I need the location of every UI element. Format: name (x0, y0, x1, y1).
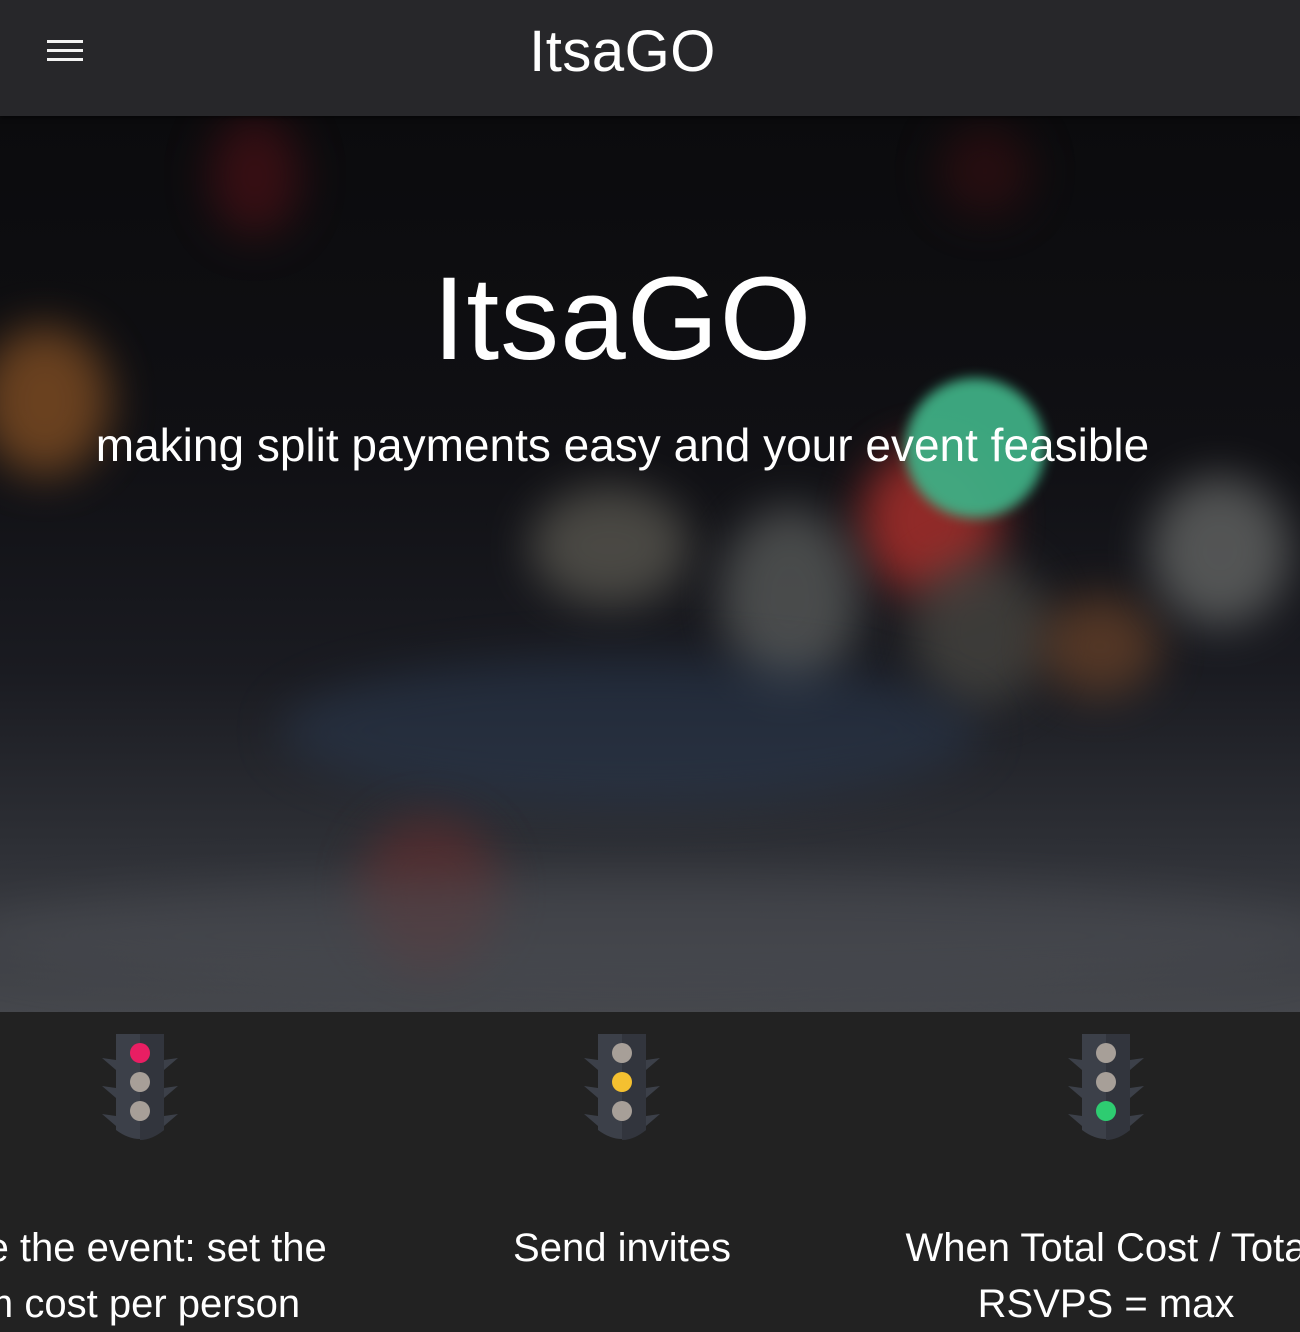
step-text-line: RSVPS = max (977, 1282, 1235, 1326)
steps-section: ate the event: set the m cost per person… (0, 1012, 1300, 1326)
step-text-line: When Total Cost / Tota (905, 1226, 1300, 1270)
hero-section: ItsaGO making split payments easy and yo… (0, 116, 1300, 1012)
hero-title: ItsaGO (432, 253, 813, 385)
step-text: When Total Cost / Tota RSVPS = max (806, 1220, 1300, 1332)
traffic-light-green-icon (1068, 1034, 1144, 1140)
step-total-cost: When Total Cost / Tota RSVPS = max (806, 1012, 1300, 1326)
traffic-light-yellow-icon (584, 1034, 660, 1140)
app-title: ItsaGO (529, 19, 716, 84)
traffic-light-red-icon (102, 1034, 178, 1140)
hero-tagline: making split payments easy and your even… (95, 419, 1150, 471)
top-app-bar: ItsaGO (0, 0, 1300, 116)
